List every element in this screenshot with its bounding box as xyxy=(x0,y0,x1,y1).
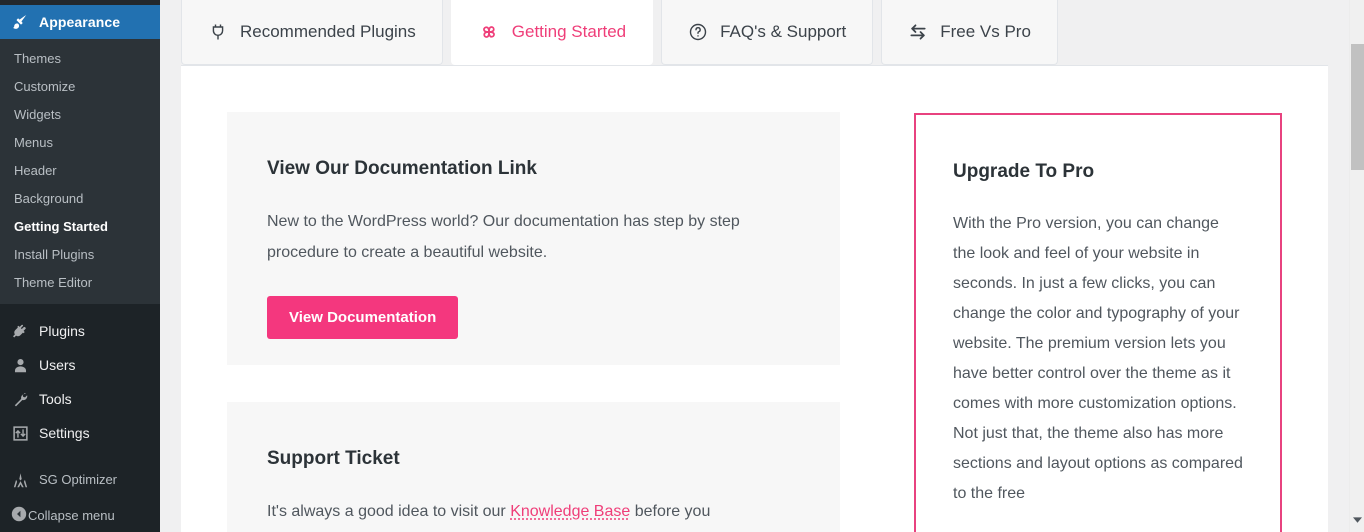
pinwheel-icon xyxy=(478,21,500,43)
question-circle-icon xyxy=(688,22,708,42)
sidebar-item-background[interactable]: Background xyxy=(0,185,160,213)
compare-arrows-icon xyxy=(908,22,928,42)
sliders-icon xyxy=(10,423,30,443)
sidebar-item-header[interactable]: Header xyxy=(0,157,160,185)
appearance-submenu: Themes Customize Widgets Menus Header Ba… xyxy=(0,39,160,304)
tab-faqs-support-label: FAQ's & Support xyxy=(720,22,847,41)
paintbrush-icon xyxy=(10,12,30,32)
plug-icon xyxy=(208,22,228,42)
sidebar-item-sg-optimizer[interactable]: SG Optimizer xyxy=(0,463,160,497)
tab-free-vs-pro-label: Free Vs Pro xyxy=(940,22,1031,41)
wp-admin-sidebar: Appearance Themes Customize Widgets Menu… xyxy=(0,0,160,532)
collapse-menu-button[interactable]: Collapse menu xyxy=(0,497,160,532)
support-body-before: It's always a good idea to visit our xyxy=(267,503,511,520)
tab-faqs-support[interactable]: FAQ's & Support xyxy=(661,0,874,65)
tab-recommended-plugins[interactable]: Recommended Plugins xyxy=(181,0,443,65)
sidebar-item-users[interactable]: Users xyxy=(0,348,160,382)
sg-optimizer-icon xyxy=(10,470,30,490)
sidebar-item-settings[interactable]: Settings xyxy=(0,416,160,450)
sidebar-item-sg-optimizer-label: SG Optimizer xyxy=(39,472,118,487)
sidebar-item-getting-started[interactable]: Getting Started xyxy=(0,213,160,241)
page-scrollbar[interactable] xyxy=(1349,0,1364,532)
support-ticket-card: Support Ticket It's always a good idea t… xyxy=(227,402,840,532)
tab-free-vs-pro[interactable]: Free Vs Pro xyxy=(881,0,1058,65)
screen-root: Appearance Themes Customize Widgets Menu… xyxy=(0,0,1364,532)
scrollbar-down-arrow-icon[interactable] xyxy=(1350,513,1364,528)
sidebar-item-widgets[interactable]: Widgets xyxy=(0,101,160,129)
tab-getting-started-label: Getting Started xyxy=(511,22,627,41)
support-body-after: before you xyxy=(630,503,711,520)
sidebar-item-appearance[interactable]: Appearance xyxy=(0,5,160,39)
sidebar-item-tools-label: Tools xyxy=(39,391,72,407)
scrollbar-thumb[interactable] xyxy=(1351,44,1364,170)
sidebar-item-theme-editor[interactable]: Theme Editor xyxy=(0,269,160,297)
sidebar-item-menus[interactable]: Menus xyxy=(0,129,160,157)
tab-getting-started[interactable]: Getting Started xyxy=(450,0,654,65)
wrench-icon xyxy=(10,389,30,409)
support-ticket-card-title: Support Ticket xyxy=(267,448,400,469)
menu-separator-2 xyxy=(0,450,160,463)
sidebar-item-install-plugins[interactable]: Install Plugins xyxy=(0,241,160,269)
getting-started-panel: View Our Documentation Link New to the W… xyxy=(181,65,1328,532)
documentation-card: View Our Documentation Link New to the W… xyxy=(227,112,840,365)
view-documentation-button[interactable]: View Documentation xyxy=(267,296,459,339)
tab-bar: Recommended Plugins Getting Started FAQ'… xyxy=(181,0,1331,65)
collapse-menu-label: Collapse menu xyxy=(28,508,115,523)
support-ticket-card-body: It's always a good idea to visit our Kno… xyxy=(267,496,800,527)
upgrade-to-pro-body: With the Pro version, you can change the… xyxy=(953,215,1243,502)
documentation-card-title: View Our Documentation Link xyxy=(267,158,537,179)
plug-icon xyxy=(10,321,30,341)
documentation-card-body: New to the WordPress world? Our document… xyxy=(267,213,740,261)
upgrade-to-pro-box: Upgrade To Pro With the Pro version, you… xyxy=(914,113,1282,532)
sidebar-item-settings-label: Settings xyxy=(39,425,90,441)
tab-recommended-plugins-label: Recommended Plugins xyxy=(240,22,416,41)
sidebar-item-users-label: Users xyxy=(39,357,76,373)
sidebar-item-themes[interactable]: Themes xyxy=(0,45,160,73)
sidebar-item-customize[interactable]: Customize xyxy=(0,73,160,101)
main-content-area: Recommended Plugins Getting Started FAQ'… xyxy=(160,0,1364,532)
sidebar-item-appearance-label: Appearance xyxy=(39,14,121,30)
menu-separator xyxy=(0,304,160,314)
collapse-arrow-icon xyxy=(10,505,28,526)
knowledge-base-link[interactable]: Knowledge Base xyxy=(510,503,630,520)
sidebar-item-plugins[interactable]: Plugins xyxy=(0,314,160,348)
sidebar-item-tools[interactable]: Tools xyxy=(0,382,160,416)
user-icon xyxy=(10,355,30,375)
upgrade-to-pro-title: Upgrade To Pro xyxy=(953,161,1095,182)
sidebar-item-plugins-label: Plugins xyxy=(39,323,85,339)
